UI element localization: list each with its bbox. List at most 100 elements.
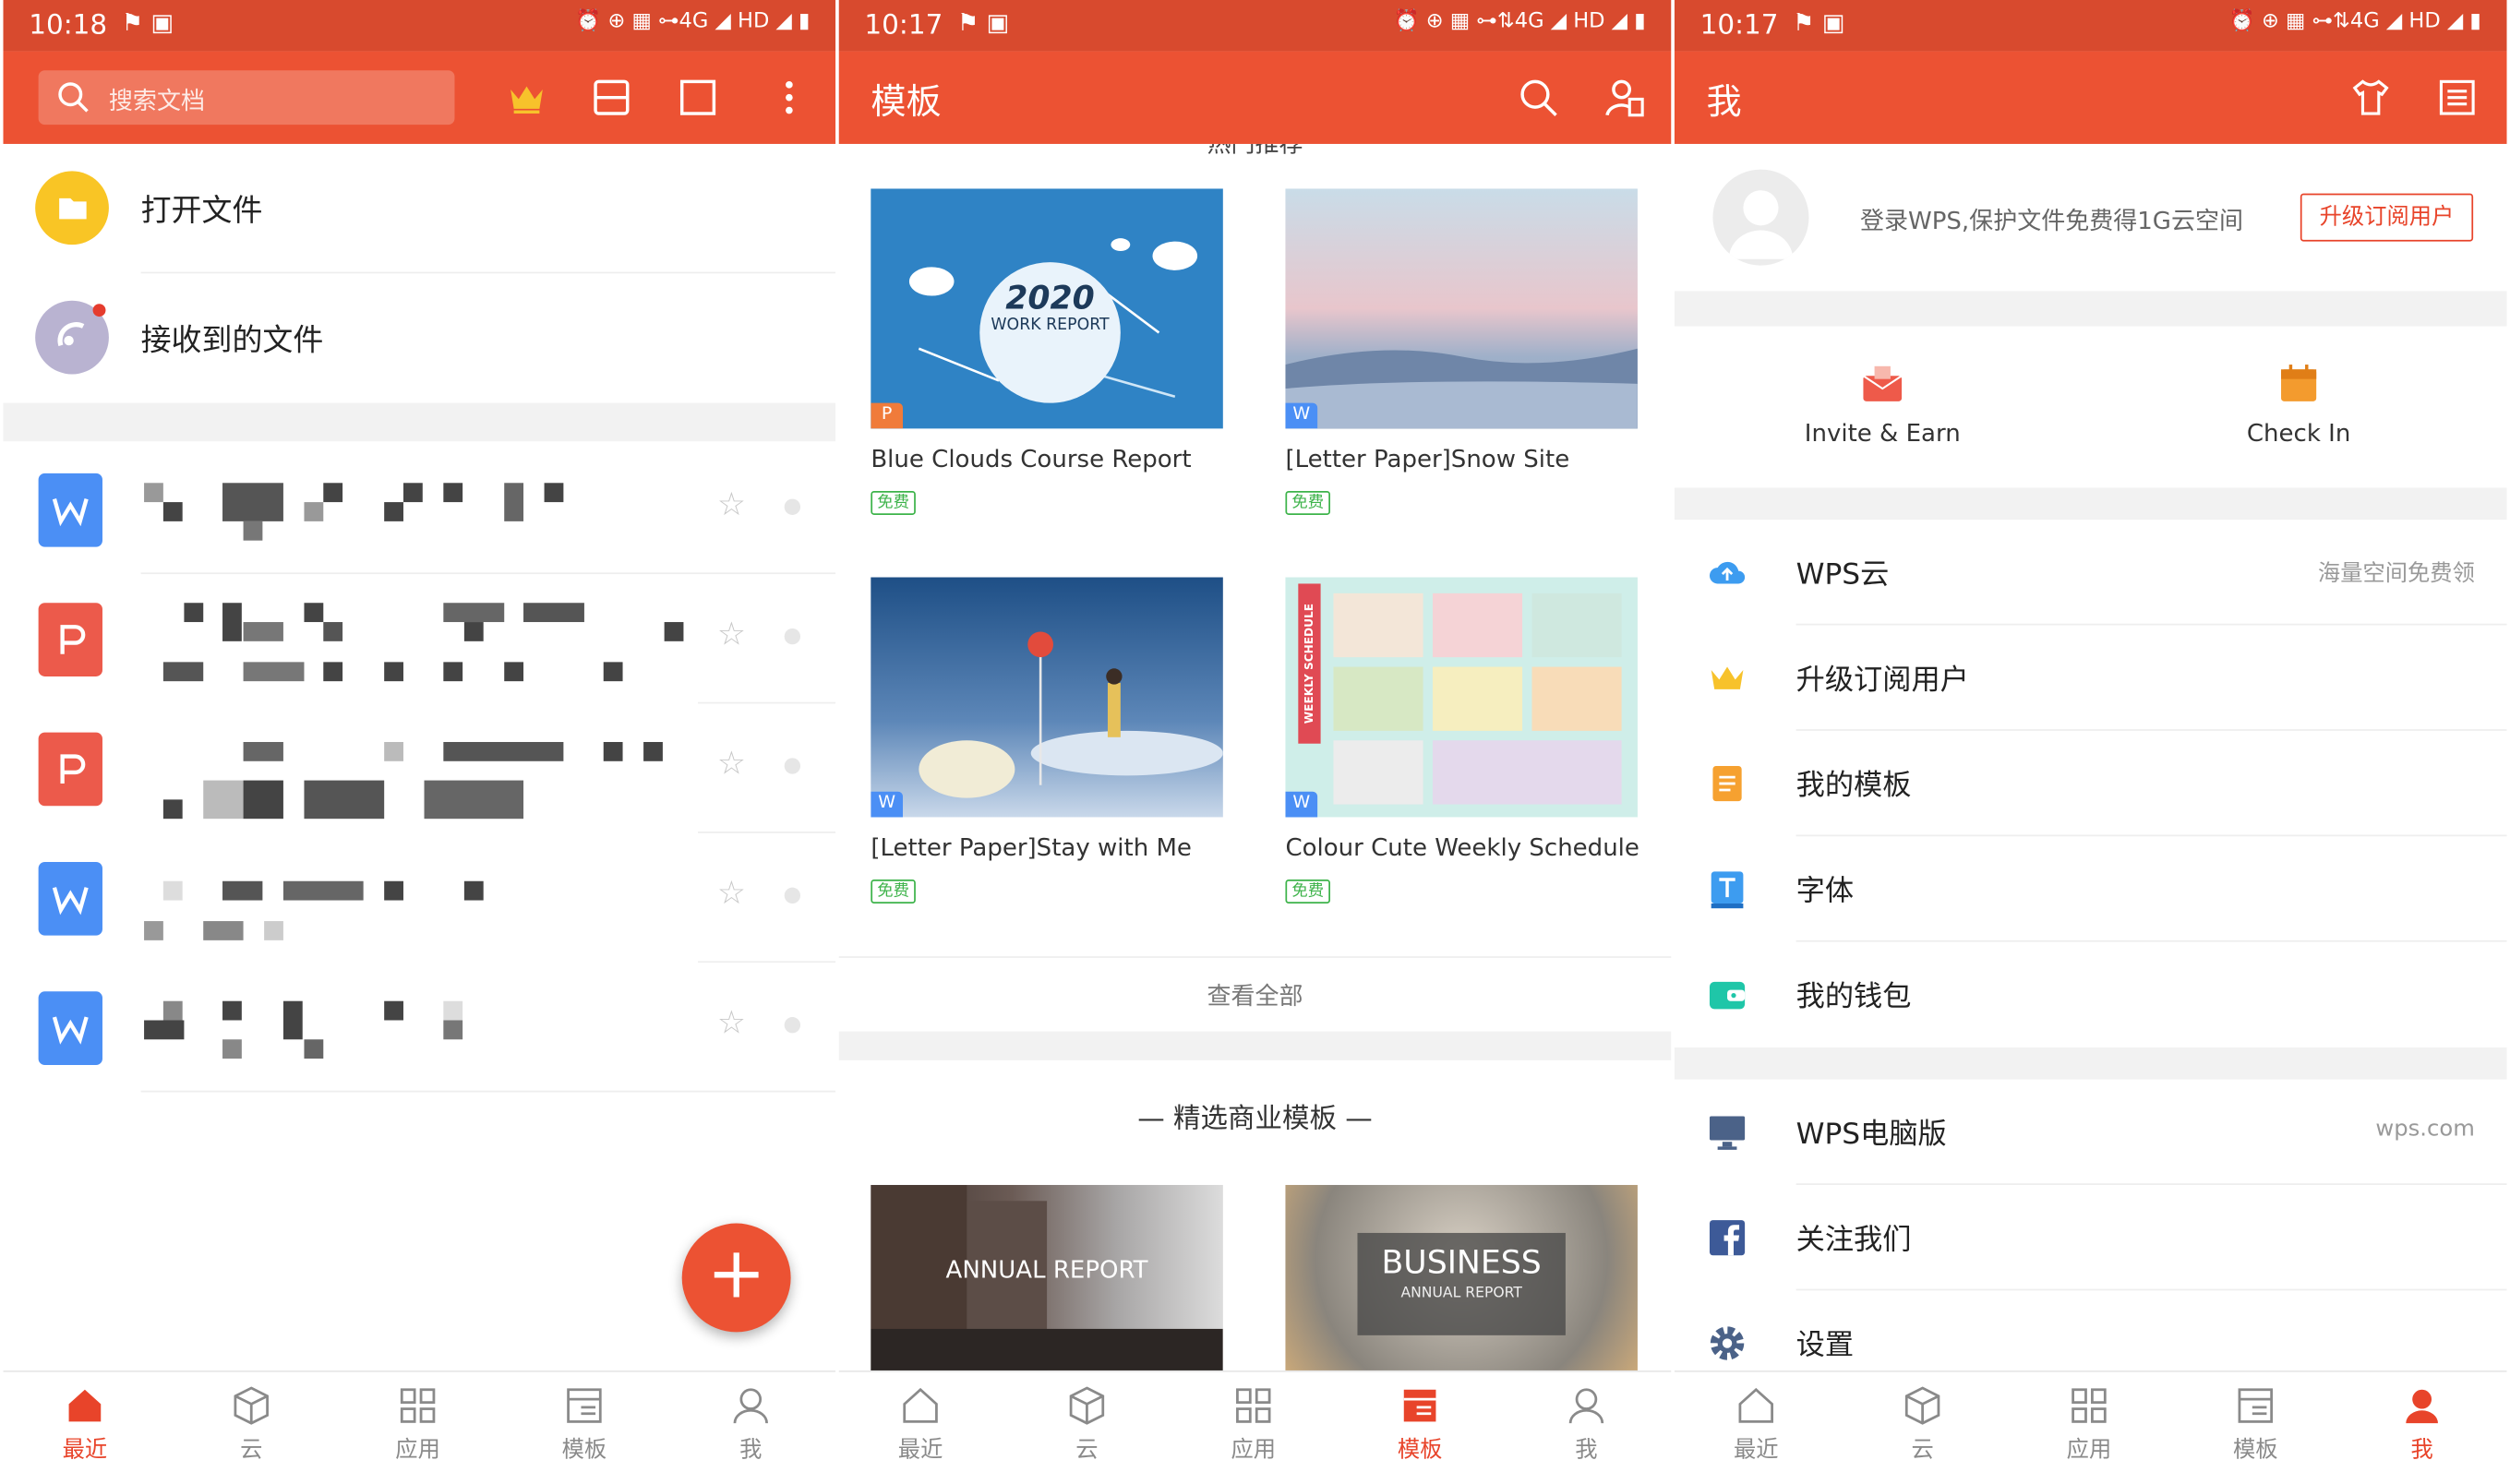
top-app-bar: 搜索文档 [3,51,836,144]
nav-apps[interactable]: 应用 [1189,1385,1317,1466]
nav-cloud[interactable]: 云 [1858,1385,1987,1466]
my-templates-icon[interactable] [1604,77,1646,118]
search-icon[interactable] [1518,77,1559,118]
open-file-row[interactable]: 打开文件 [3,144,836,274]
nav-apps[interactable]: 应用 [354,1385,482,1466]
nav-recent-label: 最近 [897,1437,943,1464]
template-card[interactable]: W [Letter Paper]Snow Site 免费 [1285,188,1640,524]
nav-apps[interactable]: 应用 [2025,1385,2154,1466]
invite-label: Invite & Earn [1804,418,1961,449]
list-icon[interactable] [2436,77,2478,118]
menu-wps-cloud[interactable]: WPS云 海量空间免费领 [1675,520,2507,626]
person-icon [733,1388,769,1424]
top-app-bar: 我 [1674,51,2507,144]
status-system-icons: ⏰ ⊕ ▦ ⊶4G ◢ HD ◢ ▮ [575,9,811,34]
business-template-card[interactable]: ANNUAL REPORT [871,1184,1226,1370]
bottom-navigation: 最近 云 应用 模板 我 [838,1370,1672,1484]
page-title: 我 [1706,83,1742,124]
more-dot[interactable] [784,758,801,774]
template-thumbnail: BUSINESS ANNUAL REPORT [1285,1184,1638,1370]
menu-label: WPS云 [1795,557,1890,592]
nav-me-label: 我 [739,1437,763,1464]
star-icon[interactable]: ☆ [717,744,746,783]
template-thumbnail: WEEKLY SCHEDULE W [1285,577,1638,818]
me-screen: 10:17 ⚑ ▣ ⏰ ⊕ ▦ ⊶⇅4G ◢ HD ◢ ▮ 我 登录WPS,保护… [1674,0,2507,1484]
nav-recent[interactable]: 最近 [857,1385,985,1466]
file-row[interactable]: ☆ [3,445,836,575]
scan-icon[interactable] [591,77,632,118]
template-thumbnail: W [871,577,1223,818]
more-dot[interactable] [784,628,801,645]
menu-my-templates[interactable]: 我的模板 [1675,731,2507,837]
nav-templates[interactable]: 模板 [1356,1385,1484,1466]
home-icon [903,1387,938,1423]
writer-doc-icon [38,991,102,1066]
upgrade-subscription-button[interactable]: 升级订阅用户 [2300,193,2474,242]
nav-me[interactable]: 我 [2358,1385,2486,1466]
menu-label: 升级订阅用户 [1795,664,1969,698]
template-card[interactable]: 2020 WORK REPORT P Blue Clouds Course Re… [871,188,1226,524]
home-icon [68,1389,102,1422]
file-row[interactable]: ☆ [3,963,836,1093]
thumb-subtitle: WORK REPORT [991,317,1110,335]
invite-icon [1862,365,1903,401]
nav-recent-label: 最近 [62,1437,108,1464]
menu-wallet[interactable]: 我的钱包 [1675,942,2507,1047]
nav-apps-label: 应用 [1231,1437,1277,1464]
star-icon[interactable]: ☆ [717,614,746,652]
wallet-icon [1709,981,1746,1010]
nav-me-label: 我 [1575,1437,1598,1464]
menu-wps-desktop[interactable]: WPS电脑版 wps.com [1675,1080,2507,1185]
pdf-doc-icon [38,732,102,807]
menu-fonts[interactable]: 字体 [1675,836,2507,942]
crown-icon[interactable] [506,77,547,118]
free-badge: 免费 [1285,490,1331,515]
menu-label: 我的模板 [1795,769,1912,803]
file-row[interactable]: ☆ [3,833,836,963]
status-notification-icons: ⚑ ▣ [1793,7,1845,37]
star-icon[interactable]: ☆ [717,1002,746,1041]
search-box[interactable]: 搜索文档 [38,70,455,126]
nav-templates[interactable]: 模板 [2192,1385,2320,1466]
apps-grid-icon [2072,1388,2107,1423]
nav-cloud[interactable]: 云 [1023,1385,1151,1466]
menu-hint: 海量空间免费领 [2317,561,2475,587]
more-dot[interactable] [784,887,801,904]
invite-earn-button[interactable]: Invite & Earn [1771,344,1995,473]
business-template-card[interactable]: BUSINESS ANNUAL REPORT [1285,1184,1640,1370]
file-row[interactable]: ☆ [3,703,836,833]
view-all-link[interactable]: 查看全部 [839,978,1672,1011]
more-dot[interactable] [784,498,801,515]
received-files-row[interactable]: 接收到的文件 [3,273,835,402]
multiwindow-icon[interactable] [678,77,719,118]
check-in-button[interactable]: Check In [2187,344,2411,473]
thumb-subtitle: ANNUAL REPORT [1400,1286,1522,1302]
login-row[interactable]: 登录WPS,保护文件免费得1G云空间 升级订阅用户 [1675,144,2507,291]
nav-me[interactable]: 我 [687,1385,815,1466]
nav-me[interactable]: 我 [1522,1385,1651,1466]
file-row[interactable]: ☆ [3,574,836,704]
status-bar: 10:17 ⚑ ▣ ⏰ ⊕ ▦ ⊶⇅4G ◢ HD ◢ ▮ [1674,0,2507,52]
menu-follow-us[interactable]: 关注我们 [1675,1185,2507,1291]
menu-upgrade[interactable]: 升级订阅用户 [1675,626,2507,731]
template-card[interactable]: WEEKLY SCHEDULE W Colour Cute Weekly Sch… [1285,577,1640,914]
nav-recent[interactable]: 最近 [1692,1385,1820,1466]
star-icon[interactable]: ☆ [717,873,746,912]
nav-cloud-label: 云 [240,1437,263,1464]
font-icon [1711,871,1744,909]
status-notification-icons: ⚑ ▣ [956,7,1010,37]
status-time: 10:18 [29,9,108,42]
nav-cloud[interactable]: 云 [187,1385,316,1466]
new-document-fab[interactable]: + [681,1223,791,1333]
more-icon[interactable] [768,77,810,118]
nav-templates[interactable]: 模板 [521,1385,649,1466]
more-dot[interactable] [784,1017,801,1034]
recent-screen: 10:18 ⚑ ▣ ⏰ ⊕ ▦ ⊶4G ◢ HD ◢ ▮ 搜索文档 打开文件 接… [3,0,836,1484]
menu-label: 关注我们 [1795,1223,1912,1257]
template-card[interactable]: W [Letter Paper]Stay with Me 免费 [871,577,1226,914]
cube-icon [1069,1386,1105,1425]
login-prompt: 登录WPS,保护文件免费得1G云空间 [1859,206,2244,235]
skin-shirt-icon[interactable] [2350,77,2392,118]
star-icon[interactable]: ☆ [717,485,746,523]
nav-recent[interactable]: 最近 [21,1385,150,1466]
